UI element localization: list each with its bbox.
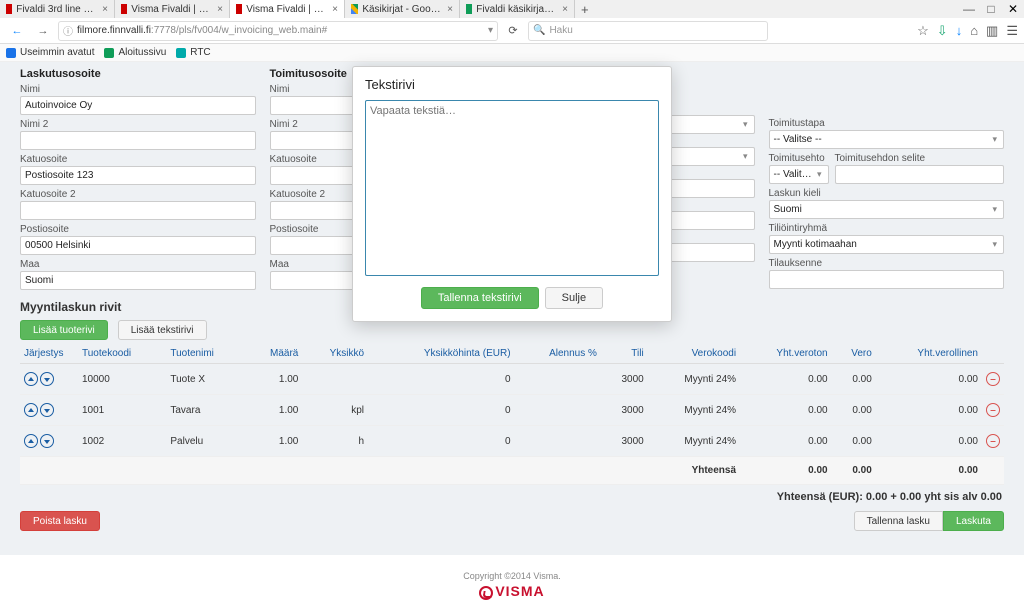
close-tab-icon[interactable]: × <box>217 4 223 15</box>
close-modal-button[interactable]: Sulje <box>545 287 603 309</box>
logo-icon <box>479 586 493 600</box>
pocket-icon[interactable]: ⇩ <box>937 23 948 39</box>
url-dropdown-icon[interactable]: ▾ <box>488 25 493 36</box>
search-bar[interactable]: 🔍 Haku <box>528 21 768 41</box>
browser-tab[interactable]: Visma Fivaldi | WebLaskutus× <box>115 0 230 18</box>
bookmarks-bar: Useimmin avatut Aloitussivu RTC <box>0 44 1024 62</box>
window-maximize-icon[interactable]: □ <box>980 2 1002 16</box>
copyright: Copyright ©2014 Visma. <box>20 571 1004 581</box>
back-button[interactable]: ← <box>6 20 28 42</box>
close-tab-icon[interactable]: × <box>562 4 568 15</box>
favicon-icon <box>466 4 472 14</box>
forward-button[interactable]: → <box>32 20 54 42</box>
home-icon[interactable]: ⌂ <box>970 23 978 38</box>
text-row-textarea[interactable] <box>365 100 659 276</box>
favicon-icon <box>121 4 127 14</box>
downloads-icon[interactable]: ↓ <box>956 23 963 38</box>
visma-logo: VISMA <box>20 583 1004 600</box>
favicon-icon <box>351 4 358 14</box>
browser-tab-strip: Fivaldi 3rd line - Visma's JI…× Visma Fi… <box>0 0 1024 18</box>
close-tab-icon[interactable]: × <box>102 4 108 15</box>
modal-title: Tekstirivi <box>365 77 659 92</box>
browser-tab[interactable]: Käsikirjat - Google Drive× <box>345 0 460 18</box>
bookmark-icon <box>176 48 186 58</box>
save-text-row-button[interactable]: Tallenna tekstirivi <box>421 287 539 309</box>
text-row-modal: Tekstirivi Tallenna tekstirivi Sulje <box>352 66 672 322</box>
reload-button[interactable]: ⟳ <box>502 20 524 42</box>
browser-tab[interactable]: Fivaldi käsikirja muutokset…× <box>460 0 575 18</box>
browser-tab-active[interactable]: Visma Fivaldi | WebLaskutus× <box>230 0 345 18</box>
menu-icon[interactable]: ☰ <box>1006 23 1018 39</box>
close-tab-icon[interactable]: × <box>447 4 453 15</box>
browser-toolbar: ← → ⓘ filmore.finnvalli.fi:7778/pls/fv00… <box>0 18 1024 44</box>
bookmark-icon <box>104 48 114 58</box>
close-tab-icon[interactable]: × <box>332 4 338 15</box>
sidebar-icon[interactable]: ▥ <box>986 23 998 39</box>
bookmark-aloitussivu[interactable]: Aloitussivu <box>104 47 166 58</box>
new-tab-button[interactable]: + <box>575 2 595 17</box>
window-minimize-icon[interactable]: — <box>958 2 980 16</box>
site-info-icon[interactable]: ⓘ <box>63 23 73 38</box>
browser-tab[interactable]: Fivaldi 3rd line - Visma's JI…× <box>0 0 115 18</box>
favicon-icon <box>6 4 12 14</box>
bookmark-icon <box>6 48 16 58</box>
favicon-icon <box>236 4 242 14</box>
bookmark-rtc[interactable]: RTC <box>176 47 210 58</box>
search-icon: 🔍 <box>533 25 545 36</box>
window-close-icon[interactable]: ✕ <box>1002 2 1024 16</box>
bookmark-star-icon[interactable]: ☆ <box>917 23 929 39</box>
bookmark-most-visited[interactable]: Useimmin avatut <box>6 47 94 58</box>
address-bar[interactable]: ⓘ filmore.finnvalli.fi:7778/pls/fv004/w_… <box>58 21 498 41</box>
